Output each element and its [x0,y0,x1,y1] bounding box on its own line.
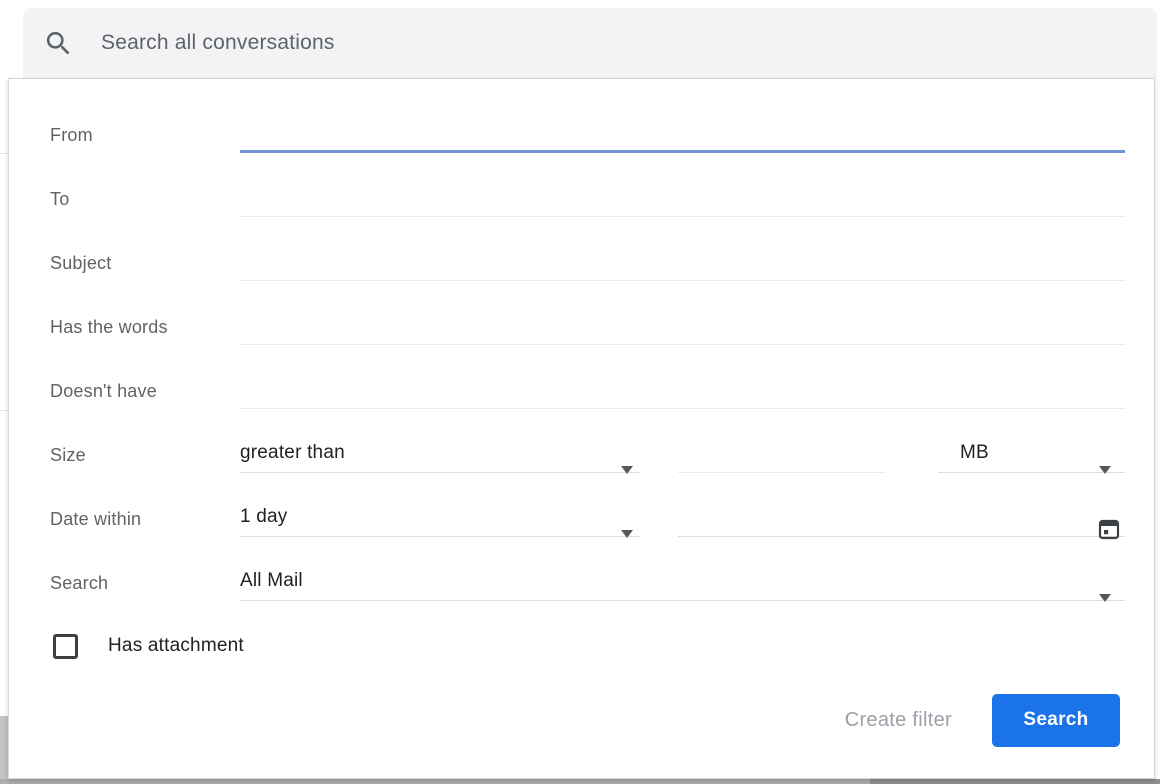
size-comparator-value: greater than [240,442,345,464]
chevron-down-icon [1099,594,1111,602]
subject-input[interactable] [240,249,1125,281]
doesnt-have-input[interactable] [240,377,1125,409]
size-comparator-select[interactable]: greater than [240,423,640,487]
doesnt-have-label: Doesn't have [50,381,240,402]
search-bar[interactable]: Search all conversations [23,8,1157,78]
date-input-field[interactable] [678,487,1125,551]
advanced-search-panel: From To Subject Has the words Doesn't ha… [8,78,1155,779]
backdrop-line [0,410,8,411]
has-words-label: Has the words [50,317,240,338]
filter-row-subject: Subject [50,231,1125,295]
panel-footer: Create filter Search [50,677,1125,763]
calendar-icon[interactable] [1097,517,1121,541]
chevron-down-icon [621,530,633,538]
has-attachment-checkbox[interactable] [53,634,78,659]
size-label: Size [50,445,240,466]
size-unit-value: MB [960,442,989,464]
search-icon [41,26,75,60]
backdrop-line [0,153,8,154]
to-label: To [50,189,240,210]
backdrop-block [0,716,8,784]
backdrop-strip [870,779,1160,784]
filter-row-has-words: Has the words [50,295,1125,359]
filter-row-to: To [50,167,1125,231]
filter-row-scope: Search All Mail [50,551,1125,615]
size-amount-input[interactable] [678,441,885,473]
size-unit-select[interactable]: MB [938,423,1125,487]
search-button[interactable]: Search [992,694,1120,747]
search-scope-select[interactable]: All Mail [240,551,1125,615]
chevron-down-icon [1099,466,1111,474]
filter-row-size: Size greater than MB [50,423,1125,487]
to-input[interactable] [240,185,1125,217]
search-scope-value: All Mail [240,570,303,592]
date-range-select[interactable]: 1 day [240,487,640,551]
subject-label: Subject [50,253,240,274]
create-filter-button[interactable]: Create filter [831,699,966,742]
filter-row-doesnt-have: Doesn't have [50,359,1125,423]
backdrop-strip [0,779,870,784]
date-range-value: 1 day [240,506,287,528]
filter-row-date: Date within 1 day [50,487,1125,551]
search-scope-label: Search [50,573,240,594]
from-input[interactable] [240,121,1125,153]
filter-row-from: From [50,103,1125,167]
chevron-down-icon [621,466,633,474]
has-attachment-label: Has attachment [108,635,244,657]
filter-row-attachment: Has attachment [50,615,1125,677]
date-within-label: Date within [50,509,240,530]
has-words-input[interactable] [240,313,1125,345]
from-label: From [50,125,240,146]
search-input-placeholder[interactable]: Search all conversations [101,31,335,55]
